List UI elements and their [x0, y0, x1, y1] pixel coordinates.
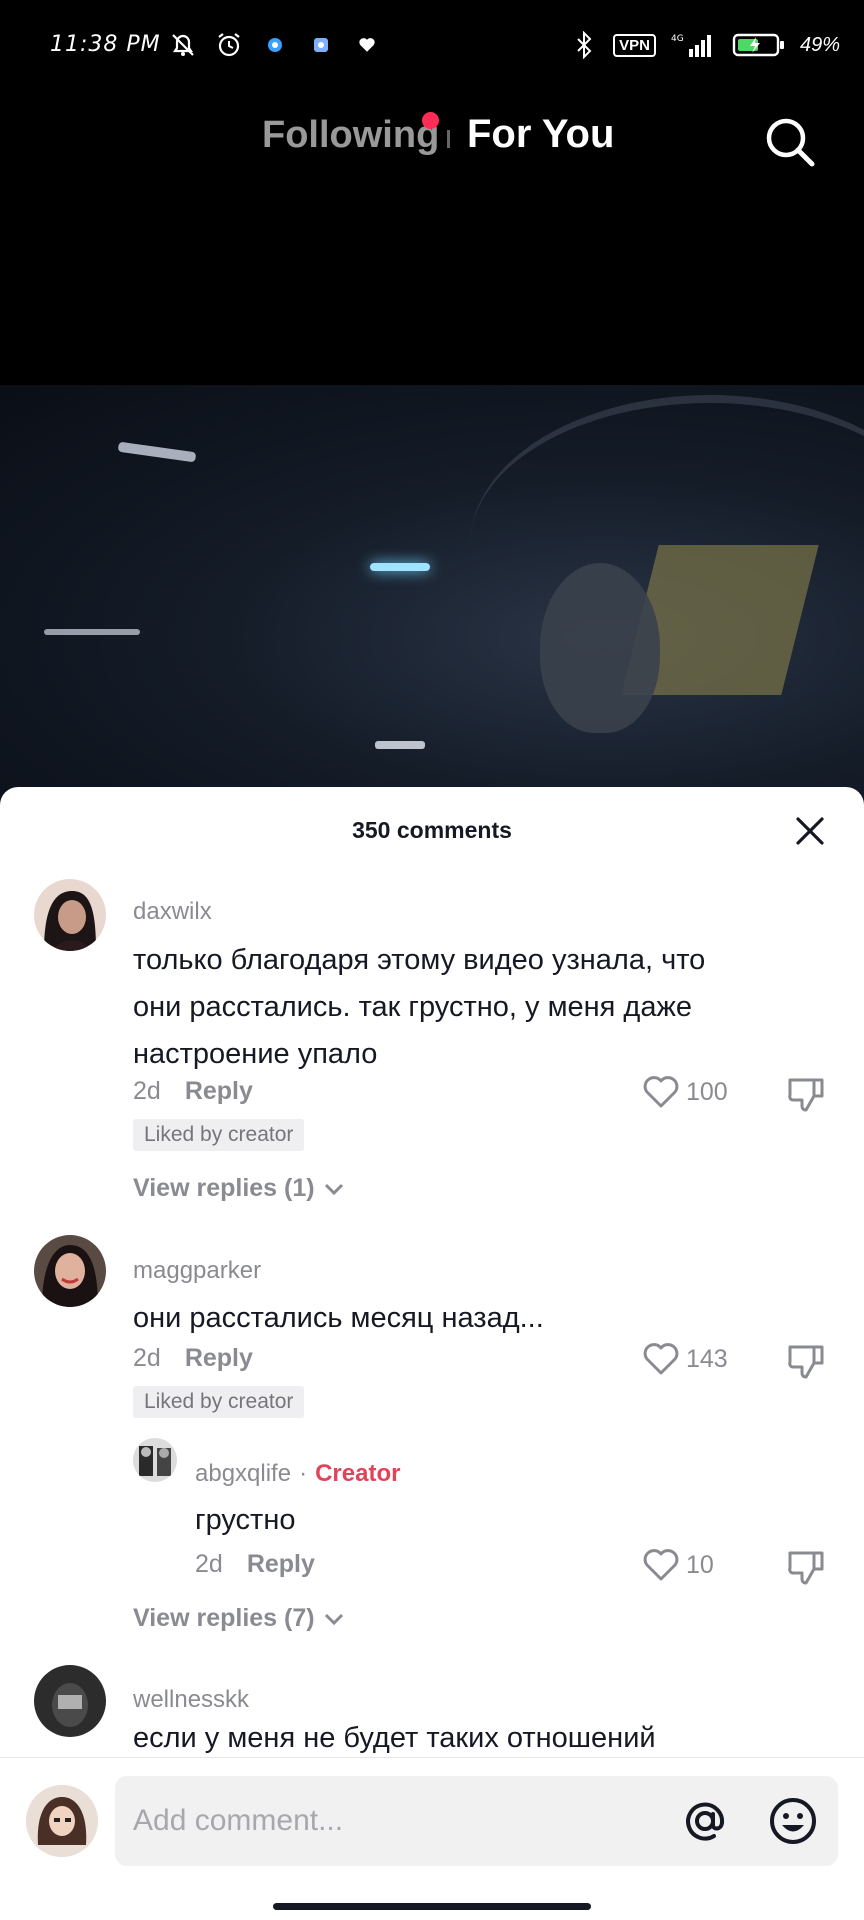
- dislike-button[interactable]: [784, 1072, 828, 1116]
- bluetooth-icon: [569, 30, 599, 60]
- alarm-icon: [214, 30, 244, 60]
- reply-meta: 2d Reply: [195, 1550, 315, 1579]
- thumbs-down-icon: [788, 1345, 824, 1379]
- comment-text: если у меня не будет таких отношений: [133, 1722, 656, 1754]
- search-icon: [766, 118, 815, 167]
- chevron-down-icon: [324, 1613, 343, 1625]
- dislike-button[interactable]: [784, 1339, 828, 1383]
- emoji-icon: [770, 1798, 816, 1844]
- top-nav: Following For You: [0, 100, 864, 180]
- app-notification-icon: [306, 30, 336, 60]
- like-button[interactable]: 143: [640, 1338, 728, 1380]
- video-light: [370, 563, 430, 571]
- comment-username[interactable]: daxwilx: [133, 898, 212, 926]
- vpn-icon: VPN: [613, 33, 656, 57]
- tab-for-you[interactable]: For You: [467, 112, 614, 157]
- reply-button[interactable]: Reply: [185, 1077, 253, 1105]
- like-button[interactable]: 100: [640, 1071, 728, 1113]
- notification-dot: [422, 112, 439, 129]
- close-button[interactable]: [788, 809, 832, 853]
- comment-time: 2d: [133, 1077, 161, 1105]
- liked-by-creator-badge: Liked by creator: [133, 1119, 305, 1151]
- emoji-button[interactable]: [766, 1794, 820, 1848]
- avatar[interactable]: [34, 1235, 106, 1307]
- app-notification-icon: [260, 30, 290, 60]
- heart-icon: [352, 30, 382, 60]
- comment-composer: [0, 1757, 864, 1920]
- reply-header: abgxqlife · Creator: [195, 1460, 400, 1488]
- thumbs-down-icon: [788, 1551, 824, 1585]
- avatar[interactable]: [34, 879, 106, 951]
- home-indicator[interactable]: [273, 1903, 591, 1910]
- avatar[interactable]: [26, 1785, 98, 1857]
- avatar[interactable]: [133, 1438, 177, 1482]
- mute-bell-icon: [168, 30, 198, 60]
- like-button[interactable]: 10: [640, 1544, 714, 1586]
- video-player[interactable]: [0, 385, 864, 805]
- dislike-button[interactable]: [784, 1545, 828, 1589]
- tab-following[interactable]: Following: [262, 114, 439, 157]
- comment-text: только благодаря этому видео узнала, что…: [133, 944, 706, 1070]
- reply-button[interactable]: Reply: [185, 1344, 253, 1372]
- comment-meta: 2d Reply: [133, 1077, 253, 1106]
- reply-time: 2d: [195, 1550, 223, 1578]
- video-light: [117, 441, 197, 463]
- video-light: [44, 629, 140, 635]
- svg-text:4G: 4G: [671, 34, 684, 44]
- thumbs-down-icon: [788, 1078, 824, 1112]
- status-icons-left: [168, 30, 382, 60]
- reply-button[interactable]: Reply: [247, 1550, 315, 1578]
- view-replies-button[interactable]: View replies (7): [133, 1604, 347, 1633]
- view-replies-button[interactable]: View replies (1): [133, 1174, 347, 1203]
- reply-username[interactable]: abgxqlife: [195, 1460, 291, 1487]
- battery-icon: [732, 30, 786, 60]
- status-icons-right: VPN 4G 49%: [569, 30, 840, 60]
- chevron-down-icon: [324, 1183, 343, 1195]
- like-count: 143: [686, 1344, 728, 1373]
- status-time: 11:38 PM: [50, 32, 161, 57]
- close-icon: [796, 817, 824, 845]
- mention-button[interactable]: [678, 1794, 732, 1848]
- view-replies-label: View replies (1): [133, 1174, 315, 1202]
- avatar[interactable]: [34, 1665, 106, 1737]
- separator: ·: [299, 1460, 308, 1487]
- search-button[interactable]: [760, 112, 820, 172]
- comments-panel: 350 comments daxwilx только благодаря эт…: [0, 787, 864, 1920]
- comments-count-title: 350 comments: [352, 817, 512, 843]
- status-bar: 11:38 PM VPN 4G 49%: [0, 0, 864, 92]
- view-replies-label: View replies (7): [133, 1604, 315, 1632]
- comment-time: 2d: [133, 1344, 161, 1372]
- video-figure: [540, 563, 660, 733]
- liked-by-creator-badge: Liked by creator: [133, 1386, 305, 1418]
- heart-outline-icon: [643, 1549, 679, 1581]
- heart-outline-icon: [643, 1076, 679, 1108]
- battery-percent: 49%: [799, 33, 840, 56]
- like-count: 10: [686, 1550, 714, 1579]
- signal-icon: 4G: [670, 30, 718, 60]
- reply-text: грустно: [195, 1504, 296, 1536]
- at-icon: [686, 1802, 725, 1841]
- heart-outline-icon: [643, 1343, 679, 1375]
- like-count: 100: [686, 1077, 728, 1106]
- creator-badge: Creator: [315, 1460, 401, 1487]
- comment-username[interactable]: maggparker: [133, 1257, 261, 1285]
- comment-text: они расстались месяц назад...: [133, 1302, 544, 1334]
- comment-username[interactable]: wellnesskk: [133, 1686, 249, 1714]
- comment-meta: 2d Reply: [133, 1344, 253, 1373]
- tab-divider: [447, 130, 450, 148]
- video-light: [375, 741, 425, 749]
